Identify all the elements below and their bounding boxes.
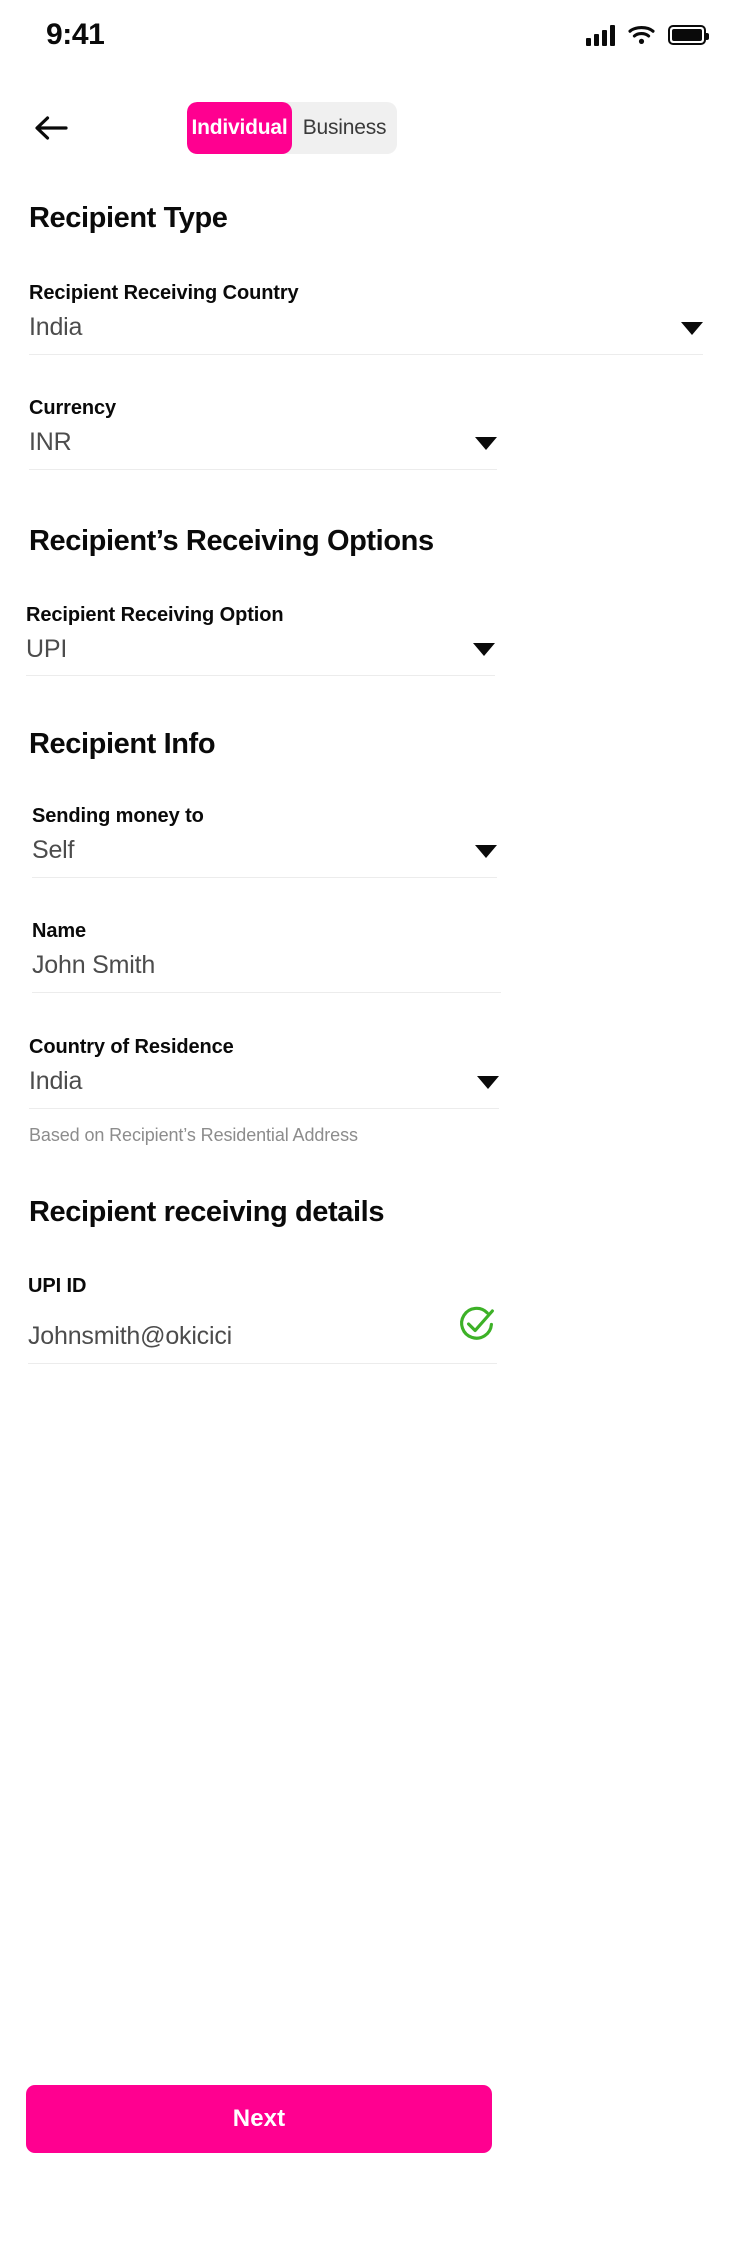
field-label: Recipient Receiving Option (26, 603, 284, 626)
verified-check-circle-icon (456, 1304, 497, 1350)
field-value: UPI (26, 634, 68, 663)
tab-individual[interactable]: Individual (187, 101, 292, 154)
field-currency[interactable]: Currency INR (0, 397, 750, 470)
field-label: Country of Residence (29, 1035, 234, 1058)
recipient-type-segmented-control[interactable]: Individual Business (187, 101, 397, 154)
cellular-signal-icon (586, 24, 615, 46)
section-title-receiving-options: Recipient’s Receiving Options (29, 524, 434, 557)
field-upi-id[interactable]: UPI ID Johnsmith@okicici (0, 1275, 750, 1364)
residence-helper-text: Based on Recipient’s Residential Address (29, 1124, 358, 1145)
field-label: Name (32, 920, 87, 942)
field-label: Recipient Receiving Country (29, 282, 299, 304)
recipient-form-screen: 9:41 Individual Business Recipient Type … (0, 0, 750, 2258)
app-header: Individual Business (0, 95, 750, 160)
field-value: India (29, 1066, 83, 1095)
section-title-recipient-info: Recipient Info (29, 728, 216, 761)
status-icons (586, 24, 709, 46)
field-recipient-receiving-country[interactable]: Recipient Receiving Country India (0, 282, 750, 355)
chevron-down-icon[interactable] (475, 436, 497, 450)
chevron-down-icon[interactable] (475, 845, 497, 858)
field-value: Self (32, 836, 75, 865)
battery-full-icon (668, 25, 709, 45)
section-title-recipient-type: Recipient Type (29, 202, 228, 234)
field-label: UPI ID (28, 1274, 87, 1297)
wifi-icon (628, 25, 655, 45)
chevron-down-icon[interactable] (477, 1075, 499, 1089)
section-title-receiving-details: Recipient receiving details (29, 1195, 385, 1228)
field-label: Currency (29, 396, 117, 419)
field-label: Sending money to (32, 805, 204, 828)
field-recipient-receiving-option[interactable]: Recipient Receiving Option UPI (0, 604, 750, 677)
field-value: INR (29, 427, 72, 456)
chevron-down-icon[interactable] (473, 643, 495, 657)
upi-id-input-value[interactable]: Johnsmith@okicici (28, 1320, 232, 1354)
field-sending-money-to[interactable]: Sending money to Self (0, 805, 750, 878)
name-input-value[interactable]: John Smith (32, 949, 155, 983)
next-button[interactable]: Next (26, 2085, 492, 2153)
status-time: 9:41 (46, 18, 105, 51)
form-content: Recipient Type Recipient Receiving Count… (0, 160, 750, 1364)
status-bar: 9:41 (0, 0, 750, 70)
field-country-of-residence[interactable]: Country of Residence India Based on Reci… (0, 1036, 750, 1146)
tab-business[interactable]: Business (292, 102, 397, 154)
chevron-down-icon[interactable] (681, 321, 703, 335)
back-arrow-icon[interactable] (29, 106, 73, 150)
field-name[interactable]: Name John Smith (0, 920, 750, 993)
field-value: India (29, 313, 83, 341)
